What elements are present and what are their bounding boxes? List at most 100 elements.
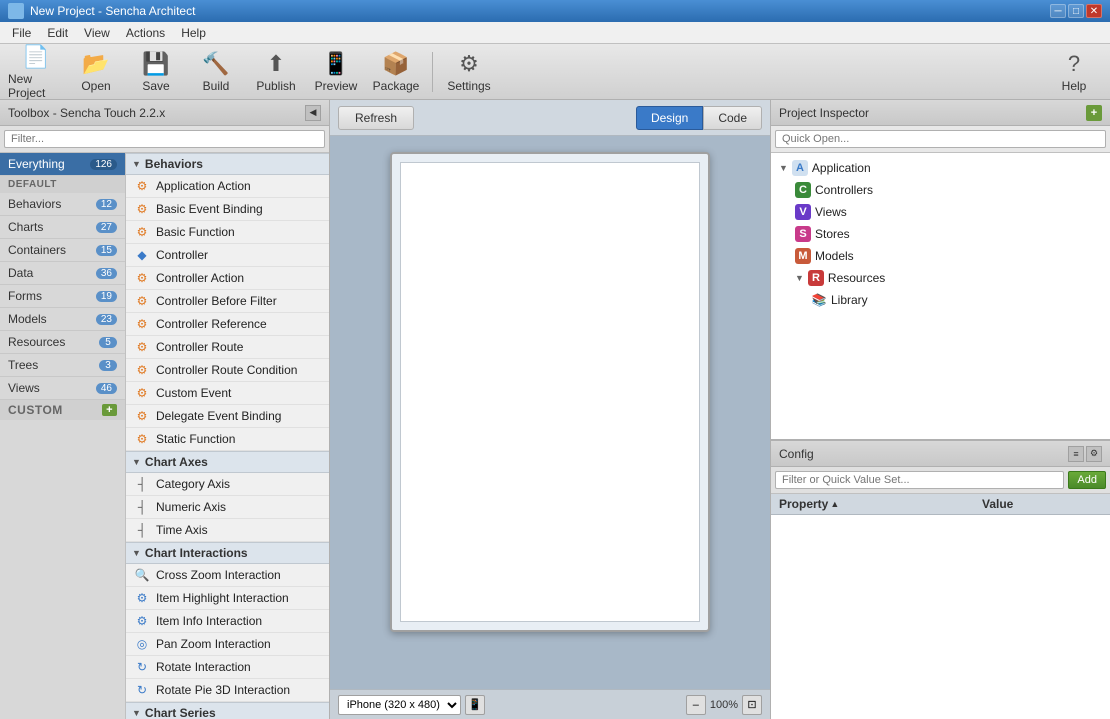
settings-button[interactable]: ⚙ Settings [441, 48, 497, 96]
config-table: Property ▲ Value [771, 494, 1110, 719]
open-button[interactable]: 📂 Open [68, 48, 124, 96]
menu-edit[interactable]: Edit [39, 24, 76, 42]
toolbox-filter-area [0, 126, 329, 153]
group-chart-axes-arrow: ▼ [132, 457, 141, 467]
new-project-button[interactable]: 📄 New Project [8, 48, 64, 96]
custom-event-icon: ⚙ [134, 385, 150, 401]
build-button[interactable]: 🔨 Build [188, 48, 244, 96]
cat-containers[interactable]: Containers 15 [0, 239, 125, 262]
inspector-title: Project Inspector [779, 106, 1086, 120]
cat-data-badge: 36 [96, 268, 117, 279]
toolbox-header: Toolbox - Sencha Touch 2.2.x ◀ [0, 100, 329, 126]
cat-data[interactable]: Data 36 [0, 262, 125, 285]
group-chart-axes[interactable]: ▼ Chart Axes [126, 451, 329, 473]
package-icon: 📦 [382, 51, 409, 77]
menubar: File Edit View Actions Help [0, 22, 1110, 44]
code-view-btn[interactable]: Code [703, 106, 762, 130]
item-numeric-axis[interactable]: ┤ Numeric Axis [126, 496, 329, 519]
phone-frame [390, 152, 710, 632]
zoom-fit-btn[interactable]: ⊡ [742, 695, 762, 715]
tree-controllers[interactable]: C Controllers [771, 179, 1110, 201]
cat-views[interactable]: Views 46 [0, 377, 125, 400]
item-custom-event[interactable]: ⚙ Custom Event [126, 382, 329, 405]
group-chart-interactions[interactable]: ▼ Chart Interactions [126, 542, 329, 564]
item-item-highlight-interaction[interactable]: ⚙ Item Highlight Interaction [126, 587, 329, 610]
property-col-header[interactable]: Property ▲ [779, 497, 982, 511]
inspector-add-btn[interactable]: + [1086, 105, 1102, 121]
minimize-btn[interactable]: ─ [1050, 4, 1066, 18]
cat-charts[interactable]: Charts 27 [0, 216, 125, 239]
config-list-btn[interactable]: ≡ [1068, 446, 1084, 462]
item-controller[interactable]: ◆ Controller [126, 244, 329, 267]
device-select[interactable]: iPhone (320 x 480) [338, 695, 461, 715]
refresh-button[interactable]: Refresh [338, 106, 414, 130]
item-rotate-interaction[interactable]: ↻ Rotate Interaction [126, 656, 329, 679]
tree-stores[interactable]: S Stores [771, 223, 1110, 245]
menu-file[interactable]: File [4, 24, 39, 42]
custom-add-btn[interactable]: + [102, 404, 117, 416]
quick-open-input[interactable] [775, 130, 1106, 148]
item-controller-reference[interactable]: ⚙ Controller Reference [126, 313, 329, 336]
item-controller-route[interactable]: ⚙ Controller Route [126, 336, 329, 359]
tree-application[interactable]: ▼ A Application [771, 157, 1110, 179]
item-item-info-interaction[interactable]: ⚙ Item Info Interaction [126, 610, 329, 633]
config-settings-btn[interactable]: ⚙ [1086, 446, 1102, 462]
tree-views[interactable]: V Views [771, 201, 1110, 223]
tree-library[interactable]: 📚 Library [771, 289, 1110, 311]
save-button[interactable]: 💾 Save [128, 48, 184, 96]
item-delegate-event-binding[interactable]: ⚙ Delegate Event Binding [126, 405, 329, 428]
package-button[interactable]: 📦 Package [368, 48, 424, 96]
item-cross-zoom-interaction[interactable]: 🔍 Cross Zoom Interaction [126, 564, 329, 587]
tree-application-label: Application [812, 161, 871, 175]
new-project-label: New Project [8, 72, 64, 100]
item-controller-action[interactable]: ⚙ Controller Action [126, 267, 329, 290]
item-controller-action-label: Controller Action [156, 271, 244, 285]
canvas-area [330, 136, 770, 689]
preview-label: Preview [315, 79, 358, 93]
tree-models[interactable]: M Models [771, 245, 1110, 267]
publish-icon: ⬆ [267, 51, 285, 77]
menu-help[interactable]: Help [173, 24, 214, 42]
toolbox-filter-input[interactable] [4, 130, 325, 148]
item-category-axis[interactable]: ┤ Category Axis [126, 473, 329, 496]
help-button[interactable]: ? Help [1046, 48, 1102, 96]
tree-resources[interactable]: ▼ R Resources [771, 267, 1110, 289]
preview-button[interactable]: 📱 Preview [308, 48, 364, 96]
cat-models[interactable]: Models 23 [0, 308, 125, 331]
controller-before-filter-icon: ⚙ [134, 293, 150, 309]
item-basic-function[interactable]: ⚙ Basic Function [126, 221, 329, 244]
project-tree: ▼ A Application C Controllers V Views S … [771, 153, 1110, 439]
phone-canvas[interactable] [400, 162, 700, 622]
cat-trees[interactable]: Trees 3 [0, 354, 125, 377]
config-add-button[interactable]: Add [1068, 471, 1106, 489]
menu-view[interactable]: View [76, 24, 118, 42]
portrait-btn[interactable]: 📱 [465, 695, 485, 715]
item-application-action[interactable]: ⚙ Application Action [126, 175, 329, 198]
item-static-function[interactable]: ⚙ Static Function [126, 428, 329, 451]
maximize-btn[interactable]: □ [1068, 4, 1084, 18]
item-controller-before-filter[interactable]: ⚙ Controller Before Filter [126, 290, 329, 313]
item-rotate-pie-3d-interaction[interactable]: ↻ Rotate Pie 3D Interaction [126, 679, 329, 702]
cat-section-default: DEFAULT [0, 176, 125, 193]
design-view-btn[interactable]: Design [636, 106, 703, 130]
zoom-out-btn[interactable]: – [686, 695, 706, 715]
toolbox-collapse-btn[interactable]: ◀ [305, 105, 321, 121]
cat-charts-label: Charts [8, 220, 43, 234]
close-btn[interactable]: ✕ [1086, 4, 1102, 18]
config-filter-input[interactable] [775, 471, 1064, 489]
item-rotate-pie-3d-interaction-label: Rotate Pie 3D Interaction [156, 683, 290, 697]
group-behaviors[interactable]: ▼ Behaviors [126, 153, 329, 175]
publish-button[interactable]: ⬆ Publish [248, 48, 304, 96]
item-basic-event-binding[interactable]: ⚙ Basic Event Binding [126, 198, 329, 221]
menu-actions[interactable]: Actions [118, 24, 173, 42]
item-time-axis[interactable]: ┤ Time Axis [126, 519, 329, 542]
item-pan-zoom-interaction[interactable]: ◎ Pan Zoom Interaction [126, 633, 329, 656]
group-chart-series[interactable]: ▼ Chart Series [126, 702, 329, 719]
cat-resources[interactable]: Resources 5 [0, 331, 125, 354]
cat-behaviors[interactable]: Behaviors 12 [0, 193, 125, 216]
cat-views-label: Views [8, 381, 40, 395]
item-controller-route-condition[interactable]: ⚙ Controller Route Condition [126, 359, 329, 382]
cat-everything[interactable]: Everything 126 [0, 153, 125, 176]
group-chart-interactions-label: Chart Interactions [145, 546, 248, 560]
cat-forms[interactable]: Forms 19 [0, 285, 125, 308]
